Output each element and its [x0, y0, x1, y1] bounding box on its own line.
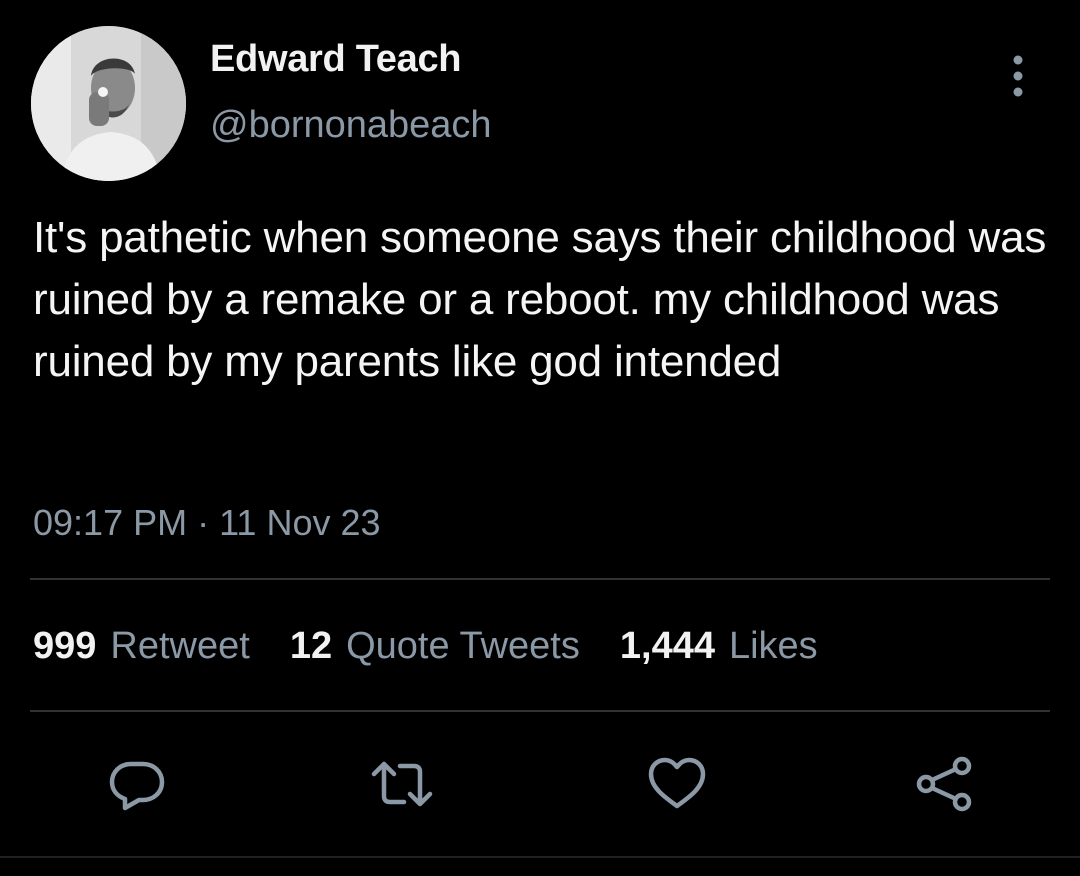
like-count[interactable]: 1,444 Likes [620, 625, 818, 668]
divider [30, 710, 1050, 712]
heart-icon [648, 757, 706, 809]
divider [0, 856, 1080, 858]
avatar[interactable] [31, 26, 186, 181]
quote-tweet-count[interactable]: 12 Quote Tweets [290, 625, 580, 668]
display-name[interactable]: Edward Teach [210, 38, 462, 81]
retweet-button[interactable] [370, 752, 434, 816]
more-vertical-icon[interactable] [1000, 52, 1036, 100]
retweet-count-value: 999 [33, 625, 97, 667]
retweet-count[interactable]: 999 Retweet [33, 625, 250, 668]
engagement-stats: 999 Retweet 12 Quote Tweets 1,444 Likes [33, 625, 858, 668]
share-icon [916, 756, 972, 812]
share-button[interactable] [912, 752, 976, 816]
tweet-text: It's pathetic when someone says their ch… [33, 213, 1047, 386]
user-handle[interactable]: @bornonabeach [210, 104, 492, 147]
divider [30, 578, 1050, 580]
like-count-value: 1,444 [619, 625, 715, 667]
quote-tweet-count-value: 12 [289, 625, 333, 667]
retweet-count-label: Retweet [110, 625, 250, 667]
avatar-photo [31, 26, 186, 181]
retweet-icon [371, 761, 433, 807]
tweet-detail: Edward Teach @bornonabeach It's pathetic… [0, 0, 1080, 876]
quote-tweet-count-label: Quote Tweets [346, 625, 580, 667]
like-count-label: Likes [728, 625, 818, 667]
like-button[interactable] [645, 752, 709, 816]
tweet-timestamp[interactable]: 09:17 PM · 11 Nov 23 [33, 502, 381, 544]
reply-button[interactable] [105, 752, 169, 816]
reply-icon [109, 761, 165, 811]
